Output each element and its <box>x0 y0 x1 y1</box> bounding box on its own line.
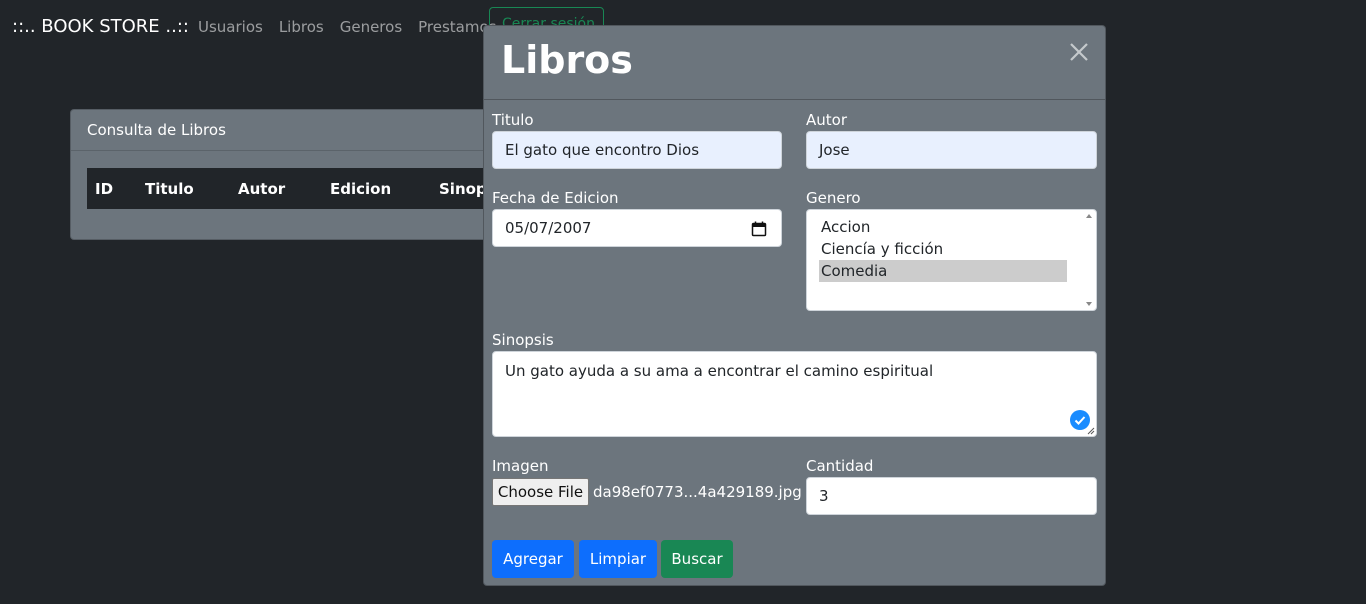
genero-option-comedia[interactable]: Comedia <box>819 260 1067 282</box>
sinopsis-value: Un gato ayuda a su ama a encontrar el ca… <box>505 362 934 380</box>
genero-select[interactable]: Accion Ciencía y ficción Comedia <box>806 209 1097 311</box>
column-titulo: Titulo <box>145 179 194 198</box>
nav-usuarios[interactable]: Usuarios <box>198 18 263 36</box>
fecha-value: 05/07/2007 <box>505 219 592 237</box>
close-icon[interactable] <box>1067 38 1091 66</box>
modal-header: Libros <box>484 26 1105 100</box>
genero-label: Genero <box>806 189 861 207</box>
choose-file-button[interactable]: Choose File <box>492 478 589 506</box>
sinopsis-label: Sinopsis <box>492 331 554 349</box>
nav-generos[interactable]: Generos <box>340 18 402 36</box>
brand[interactable]: ::.. BOOK STORE ..:: <box>12 16 189 37</box>
titulo-label: Titulo <box>492 111 534 129</box>
column-id: ID <box>95 179 114 198</box>
nav-libros[interactable]: Libros <box>279 18 324 36</box>
books-table: ID Titulo Autor Edicion Sinop <box>87 168 507 209</box>
autor-label: Autor <box>806 111 847 129</box>
file-name: da98ef0773...4a429189.jpg <box>593 483 802 501</box>
column-autor: Autor <box>238 179 286 198</box>
cantidad-input[interactable]: 3 <box>806 477 1097 515</box>
books-query-card: Consulta de Libros ID Titulo Autor Edici… <box>70 109 510 240</box>
resize-grip-icon[interactable] <box>1087 427 1095 435</box>
genero-option-accion[interactable]: Accion <box>807 216 1055 238</box>
agregar-button[interactable]: Agregar <box>492 540 574 578</box>
fecha-input[interactable]: 05/07/2007 <box>492 209 782 247</box>
fecha-label: Fecha de Edicion <box>492 189 619 207</box>
autor-input[interactable]: Jose <box>806 131 1097 169</box>
genero-option-ciencia-ficcion[interactable]: Ciencía y ficción <box>807 238 1055 260</box>
limpiar-button[interactable]: Limpiar <box>579 540 657 578</box>
card-title: Consulta de Libros <box>71 110 509 151</box>
libros-modal: Libros Titulo El gato que encontro Dios … <box>483 25 1106 586</box>
cantidad-label: Cantidad <box>806 457 874 475</box>
genero-scrollbar[interactable] <box>1082 210 1096 310</box>
sinopsis-textarea[interactable]: Un gato ayuda a su ama a encontrar el ca… <box>492 351 1097 437</box>
column-edicion: Edicion <box>330 179 392 198</box>
imagen-label: Imagen <box>492 457 549 475</box>
titulo-input[interactable]: El gato que encontro Dios <box>492 131 782 169</box>
navbar-links: Usuarios Libros Generos Prestamos <box>198 18 496 36</box>
table-header-row: ID Titulo Autor Edicion Sinop <box>87 168 507 209</box>
modal-title: Libros <box>501 38 633 82</box>
buscar-button[interactable]: Buscar <box>661 540 733 578</box>
calendar-icon[interactable] <box>751 221 767 237</box>
